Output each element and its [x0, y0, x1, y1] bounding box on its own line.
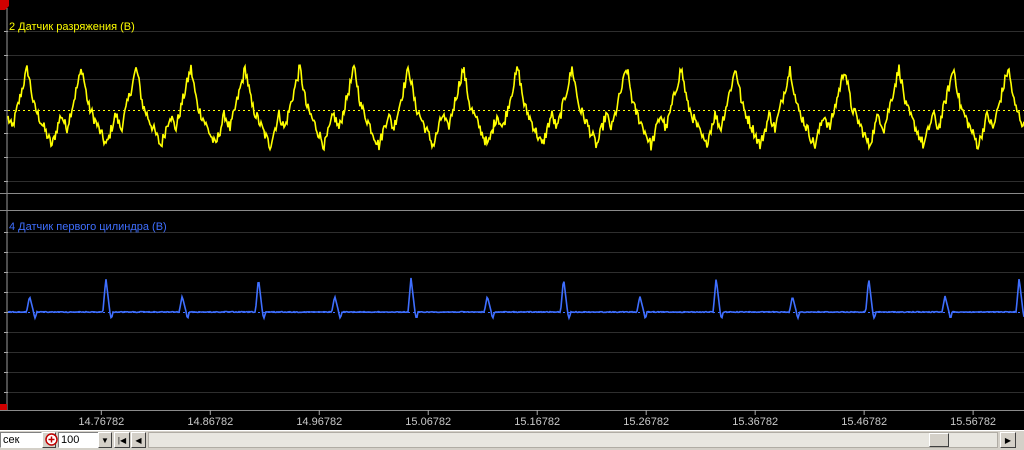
bottom-marker-icon[interactable]: [0, 404, 7, 410]
x-tick-label: 15.16782: [514, 416, 560, 428]
x-tick-label: 15.36782: [732, 416, 778, 428]
arrow-right-icon: ▶: [1004, 436, 1012, 445]
time-scrollbar-thumb[interactable]: [929, 433, 949, 447]
x-tick-label: 14.76782: [78, 416, 124, 428]
bottom-toolbar: сек ▼ 100 ▼ |◀ ◀ ▶: [0, 430, 1024, 450]
chevron-down-icon: ▼: [101, 436, 109, 445]
zoom-select[interactable]: 100: [58, 432, 100, 448]
zoom-dropdown-button[interactable]: ▼: [98, 432, 112, 448]
scroll-left-button[interactable]: ◀: [131, 432, 146, 448]
arrow-left-icon: ◀: [135, 436, 142, 445]
channel2-title: 2 Датчик разряжения (В): [9, 21, 135, 33]
skip-start-icon: |◀: [117, 436, 127, 445]
time-scrollbar-track[interactable]: [148, 432, 998, 448]
oscilloscope-view[interactable]: 2 Датчик разряжения (В) 4 Датчик первого…: [0, 0, 1024, 430]
time-unit-value: сек: [3, 434, 20, 446]
channel4-title: 4 Датчик первого цилиндра (В): [9, 221, 167, 233]
zoom-icon[interactable]: [45, 433, 59, 449]
x-tick-label: 14.86782: [187, 416, 233, 428]
x-tick-label: 15.06782: [405, 416, 451, 428]
scroll-right-button[interactable]: ▶: [1000, 432, 1016, 448]
go-to-start-button[interactable]: |◀: [114, 432, 130, 448]
x-tick-label: 15.56782: [950, 416, 996, 428]
x-tick-label: 15.46782: [841, 416, 887, 428]
zoom-value: 100: [61, 434, 80, 446]
x-tick-label: 15.26782: [623, 416, 669, 428]
time-unit-select[interactable]: сек: [0, 432, 42, 448]
x-tick-label: 14.96782: [296, 416, 342, 428]
